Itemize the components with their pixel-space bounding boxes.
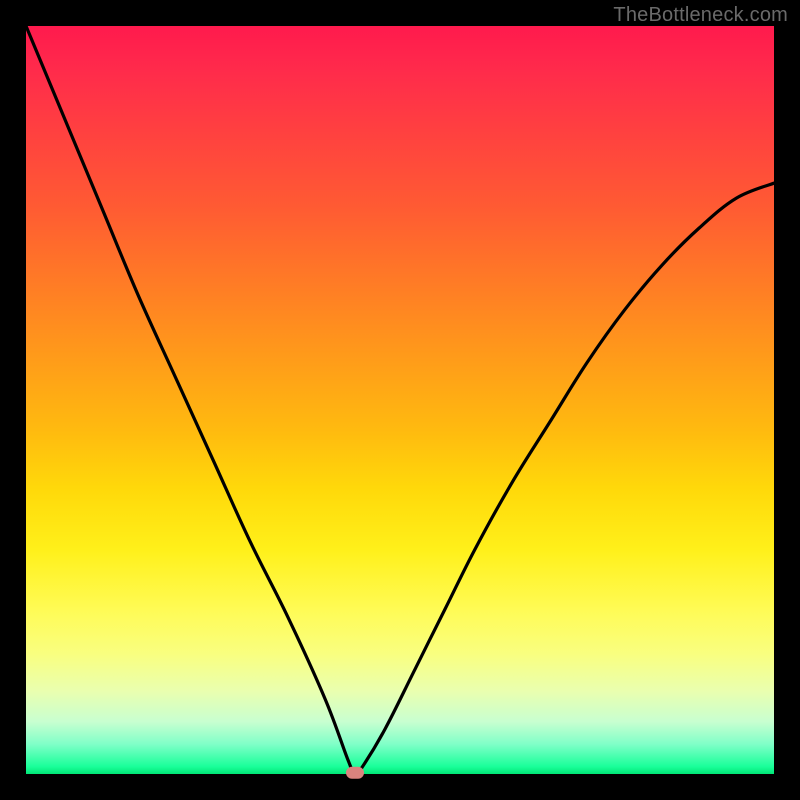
watermark-text: TheBottleneck.com (613, 4, 788, 27)
curve-path (26, 26, 774, 774)
plot-area (26, 26, 774, 774)
bottleneck-curve (26, 26, 774, 774)
chart-frame: TheBottleneck.com (0, 0, 800, 800)
min-marker (346, 767, 364, 779)
